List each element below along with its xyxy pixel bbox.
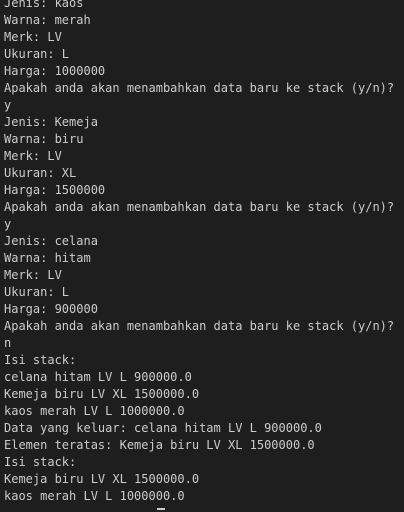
- terminal-line: Merk: LV: [4, 149, 62, 163]
- terminal-line: Harga: 900000: [4, 302, 98, 316]
- terminal-line: Merk: LV: [4, 30, 62, 44]
- terminal-line: Apakah anda akan menambahkan data baru k…: [4, 81, 395, 95]
- terminal-line: kaos merah LV L 1000000.0: [4, 404, 185, 418]
- terminal-line: Apakah anda akan menambahkan data baru k…: [4, 200, 395, 214]
- terminal-line: Jenis: celana: [4, 234, 98, 248]
- terminal-line: Warna: merah: [4, 13, 91, 27]
- terminal-line: Kemeja biru LV XL 1500000.0: [4, 387, 200, 401]
- terminal-line: y: [4, 98, 12, 112]
- terminal-line: Data yang keluar: celana hitam LV L 9000…: [4, 421, 322, 435]
- terminal-line: Ukuran: L: [4, 285, 70, 299]
- terminal-line: Jenis: kaos: [4, 0, 84, 10]
- terminal-line: kaos merah LV L 1000000.0: [4, 489, 185, 503]
- terminal-line: Merk: LV: [4, 268, 62, 282]
- terminal-line: Ukuran: L: [4, 47, 70, 61]
- terminal-line: Isi stack:: [4, 455, 77, 469]
- terminal-line: Kemeja biru LV XL 1500000.0: [4, 472, 200, 486]
- terminal-line: Apakah anda akan menambahkan data baru k…: [4, 319, 395, 333]
- terminal-line: n: [4, 336, 12, 350]
- terminal-line: Ukuran: XL: [4, 166, 77, 180]
- terminal-line: celana hitam LV L 900000.0: [4, 370, 192, 384]
- terminal-cursor: [157, 508, 165, 510]
- terminal-panel[interactable]: Jenis: kaos Warna: merah Merk: LV Ukuran…: [0, 0, 404, 512]
- terminal-line: Harga: 1000000: [4, 64, 106, 78]
- terminal-line: y: [4, 217, 12, 231]
- terminal-line: Elemen teratas: Kemeja biru LV XL 150000…: [4, 438, 315, 452]
- terminal-line: Warna: hitam: [4, 251, 91, 265]
- terminal-line: Jenis: Kemeja: [4, 115, 98, 129]
- terminal-output: Jenis: kaos Warna: merah Merk: LV Ukuran…: [4, 0, 404, 505]
- terminal-line: Harga: 1500000: [4, 183, 106, 197]
- terminal-line: Isi stack:: [4, 353, 77, 367]
- terminal-line: Warna: biru: [4, 132, 84, 146]
